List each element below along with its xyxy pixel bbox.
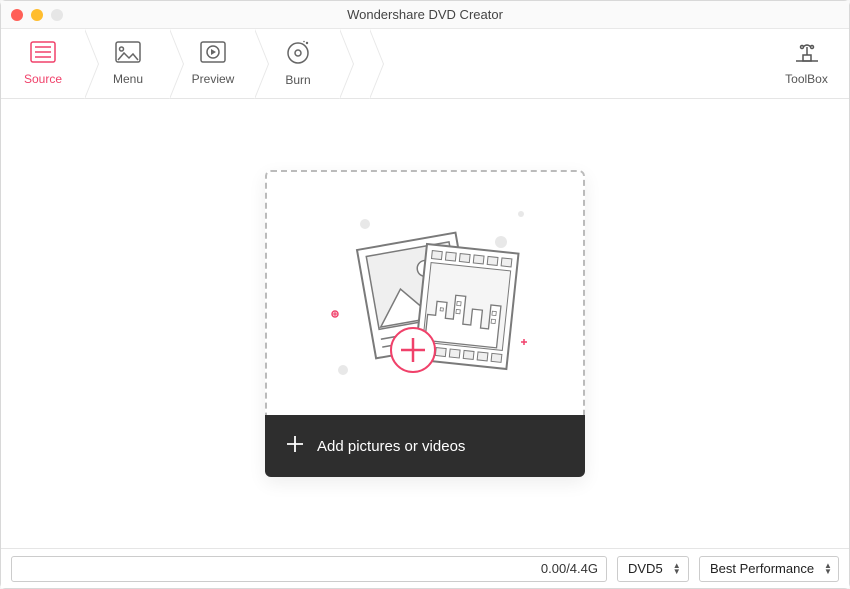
- quality-value: Best Performance: [710, 561, 814, 576]
- stepper-arrows-icon: ▲▼: [673, 563, 681, 575]
- toolbox-button[interactable]: ToolBox: [764, 29, 849, 98]
- dropzone[interactable]: Add pictures or videos: [265, 170, 585, 477]
- disc-type-value: DVD5: [628, 561, 663, 576]
- titlebar: Wondershare DVD Creator: [1, 1, 849, 29]
- disc-usage-text: 0.00/4.4G: [541, 561, 598, 576]
- media-placeholder-icon: [301, 194, 549, 394]
- window-controls: [11, 9, 63, 21]
- main-content: Add pictures or videos: [1, 99, 849, 548]
- add-media-label: Add pictures or videos: [317, 438, 465, 455]
- burn-disc-icon: [285, 40, 311, 69]
- toolbox-icon: [794, 41, 820, 68]
- minimize-button[interactable]: [31, 9, 43, 21]
- disc-usage-bar: 0.00/4.4G: [11, 556, 607, 582]
- close-button[interactable]: [11, 9, 23, 21]
- add-media-button[interactable]: Add pictures or videos: [265, 415, 585, 477]
- step-source[interactable]: Source: [1, 29, 86, 98]
- disc-type-select[interactable]: DVD5 ▲▼: [617, 556, 689, 582]
- step-burn-label: Burn: [285, 73, 310, 87]
- toolbox-label: ToolBox: [785, 72, 828, 86]
- source-list-icon: [30, 41, 56, 68]
- stepper-arrows-icon: ▲▼: [824, 563, 832, 575]
- window-title: Wondershare DVD Creator: [347, 7, 503, 22]
- zoom-button[interactable]: [51, 9, 63, 21]
- quality-select[interactable]: Best Performance ▲▼: [699, 556, 839, 582]
- plus-icon: [285, 434, 305, 459]
- menu-grid-icon: [115, 41, 141, 68]
- step-toolbar: Source Menu Preview: [1, 29, 849, 99]
- dropzone-illustration-area[interactable]: [265, 170, 585, 415]
- preview-play-icon: [200, 41, 226, 68]
- statusbar: 0.00/4.4G DVD5 ▲▼ Best Performance ▲▼: [1, 548, 849, 588]
- step-source-label: Source: [24, 72, 62, 86]
- step-preview-label: Preview: [192, 72, 235, 86]
- step-menu-label: Menu: [113, 72, 143, 86]
